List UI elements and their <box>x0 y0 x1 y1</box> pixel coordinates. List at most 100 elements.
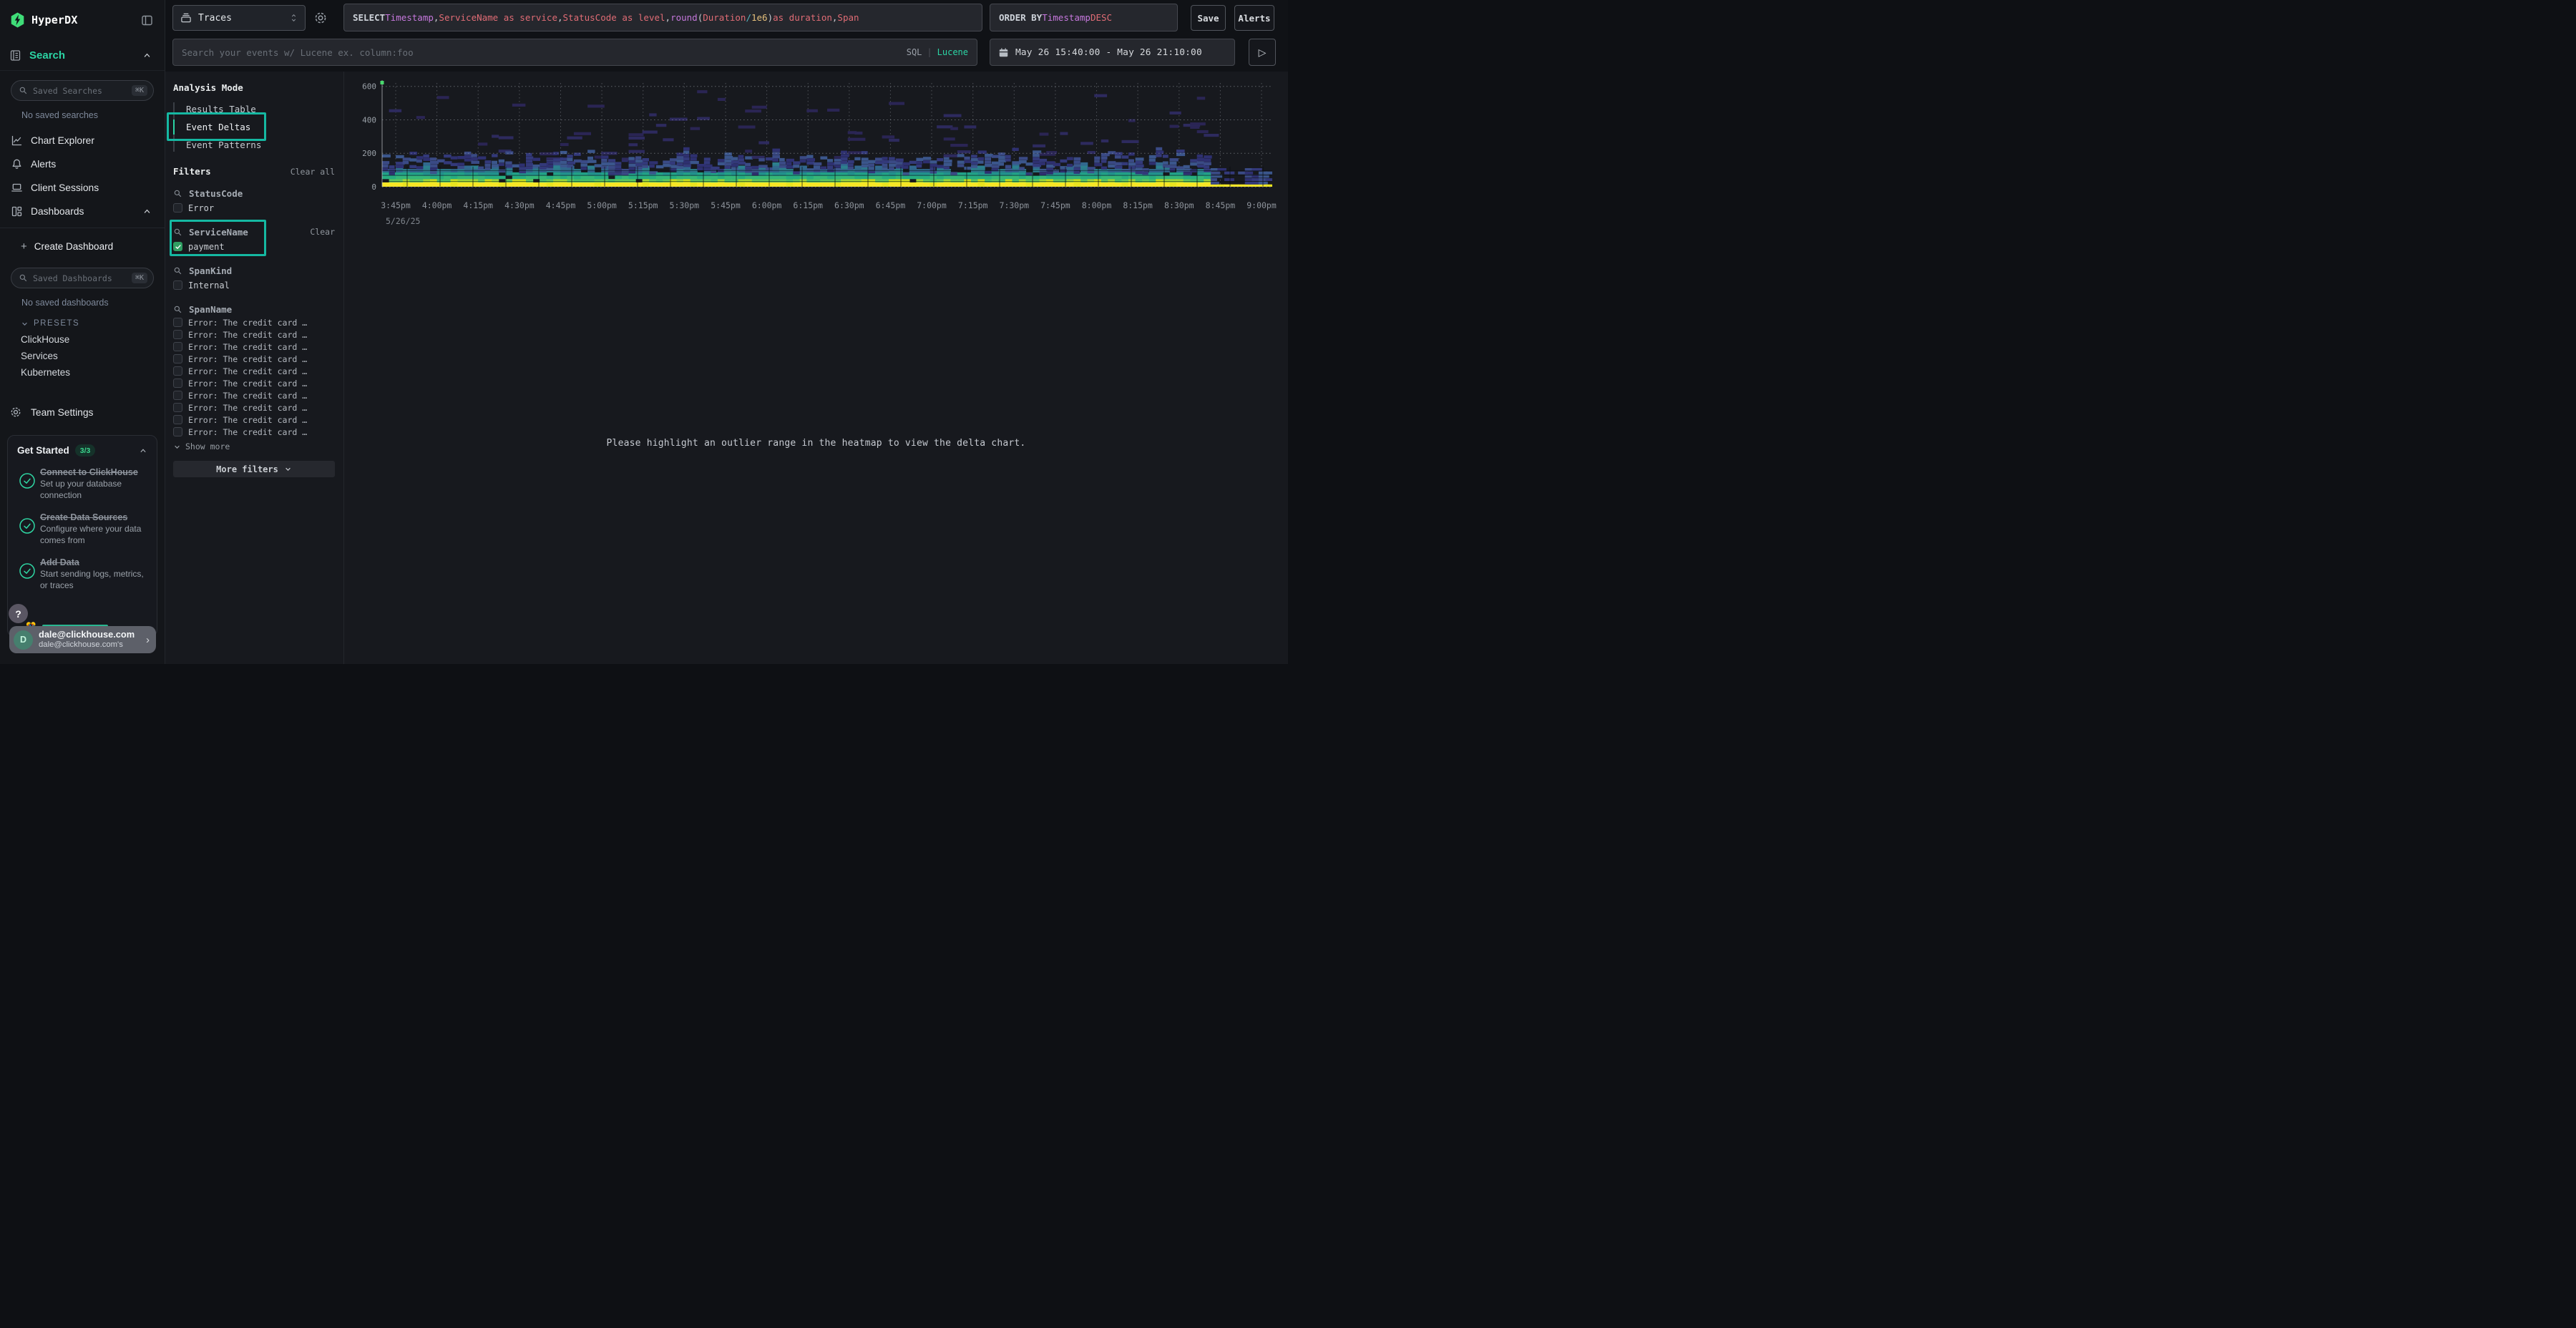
analysis-mode-event-deltas[interactable]: Event Deltas <box>173 118 335 136</box>
filter-option[interactable]: Internal <box>173 278 335 293</box>
checkbox[interactable] <box>173 203 182 213</box>
query-language-toggle[interactable]: SQL|Lucene <box>907 47 968 57</box>
run-query-button[interactable]: ▷ <box>1249 39 1276 66</box>
filter-option[interactable]: Error <box>173 200 335 215</box>
analysis-mode-results-table[interactable]: Results Table <box>173 100 335 118</box>
preset-list: ClickHouseServicesKubernetes <box>0 331 165 381</box>
sql-select-input[interactable]: SELECT Timestamp, ServiceName as service… <box>343 4 982 31</box>
show-more-button[interactable]: Show more <box>173 441 335 451</box>
sql-orderby-input[interactable]: ORDER BY Timestamp DESC <box>990 4 1178 31</box>
more-filters-button[interactable]: More filters <box>173 461 335 477</box>
preset-item-services[interactable]: Services <box>21 348 165 364</box>
source-select[interactable]: Traces <box>172 5 306 31</box>
checkbox[interactable] <box>173 318 182 327</box>
chevron-down-icon <box>284 465 292 473</box>
sql-token: , <box>832 12 838 23</box>
svg-text:8:30pm: 8:30pm <box>1164 200 1194 210</box>
preset-item-kubernetes[interactable]: Kubernetes <box>21 364 165 381</box>
filter-option[interactable]: Error: The credit card … <box>173 389 335 401</box>
get-started-item[interactable]: Create Data Sources Configure where your… <box>17 512 147 547</box>
search-icon <box>19 86 28 95</box>
checkbox[interactable] <box>173 415 182 424</box>
filter-option[interactable]: Error: The credit card … <box>173 328 335 341</box>
checkbox[interactable] <box>173 366 182 376</box>
clear-all-button[interactable]: Clear all <box>291 167 335 177</box>
filter-option[interactable]: payment <box>173 239 335 254</box>
filter-option[interactable]: Error: The credit card … <box>173 401 335 414</box>
checkbox[interactable] <box>173 354 182 363</box>
sidebar-collapse-icon[interactable] <box>141 14 153 26</box>
sidebar-item-alerts[interactable]: Alerts <box>0 152 165 176</box>
svg-text:200: 200 <box>362 149 376 158</box>
get-started-item[interactable]: Add Data Start sending logs, metrics, or… <box>17 557 147 592</box>
checkbox[interactable] <box>173 427 182 436</box>
alerts-button[interactable]: Alerts <box>1234 5 1274 31</box>
clear-filter-button[interactable]: Clear <box>310 227 335 237</box>
save-button[interactable]: Save <box>1191 5 1226 31</box>
sql-token: Span <box>837 12 859 23</box>
filter-option[interactable]: Error: The credit card … <box>173 353 335 365</box>
presets-toggle[interactable]: PRESETS <box>21 319 165 328</box>
checkbox[interactable] <box>173 280 182 290</box>
svg-text:600: 600 <box>362 82 376 92</box>
filter-option[interactable]: Error: The credit card … <box>173 365 335 377</box>
source-select-value: Traces <box>198 13 290 24</box>
checkbox[interactable] <box>173 403 182 412</box>
get-started-item[interactable]: Connect to ClickHouse Set up your databa… <box>17 467 147 502</box>
search-icon[interactable] <box>173 189 182 198</box>
saved-searches-input[interactable]: Saved Searches ⌘K <box>11 80 154 101</box>
svg-text:5:00pm: 5:00pm <box>587 200 617 210</box>
filter-option[interactable]: Error: The credit card … <box>173 426 335 438</box>
create-dashboard-button[interactable]: + Create Dashboard <box>0 234 165 258</box>
help-button[interactable]: ? <box>9 604 28 623</box>
sidebar-nav: Chart Explorer Alerts Client Sessions Da… <box>0 129 165 223</box>
chevron-up-icon[interactable] <box>142 51 152 60</box>
date-range-value: May 26 15:40:00 - May 26 21:10:00 <box>1015 47 1202 58</box>
get-started-items: Connect to ClickHouse Set up your databa… <box>17 467 147 592</box>
filter-option[interactable]: Error: The credit card … <box>173 377 335 389</box>
lucene-search-input[interactable]: Search your events w/ Lucene ex. column:… <box>172 39 977 66</box>
toggle-sql[interactable]: SQL <box>907 47 922 57</box>
filter-option[interactable]: Error: The credit card … <box>173 316 335 328</box>
sidebar-item-dashboards[interactable]: Dashboards <box>0 200 165 223</box>
preset-item-clickhouse[interactable]: ClickHouse <box>21 331 165 348</box>
svg-text:6:15pm: 6:15pm <box>793 200 823 210</box>
svg-text:7:30pm: 7:30pm <box>1000 200 1030 210</box>
filter-option[interactable]: Error: The credit card … <box>173 414 335 426</box>
sidebar-item-team-settings[interactable]: Team Settings <box>0 400 165 424</box>
checkbox[interactable] <box>173 379 182 388</box>
sql-token: Timestamp <box>385 12 434 23</box>
sql-token: DESC <box>1091 12 1112 23</box>
grid-icon <box>11 205 23 218</box>
query-toolbar: Traces SELECT Timestamp, ServiceName as … <box>165 0 1288 36</box>
search-page-icon <box>9 49 21 62</box>
toggle-lucene[interactable]: Lucene <box>937 47 968 57</box>
svg-text:9:00pm: 9:00pm <box>1246 200 1277 210</box>
sidebar-item-client-sessions[interactable]: Client Sessions <box>0 176 165 200</box>
duration-heatmap-chart[interactable]: 02004006003:45pm4:00pm4:15pm4:30pm4:45pm… <box>344 72 1289 664</box>
svg-text:7:45pm: 7:45pm <box>1040 200 1070 210</box>
analysis-mode-event-patterns[interactable]: Event Patterns <box>173 136 335 154</box>
chevron-up-icon[interactable] <box>139 446 147 455</box>
filters-panel: Analysis Mode Results TableEvent DeltasE… <box>165 72 344 664</box>
svg-text:0: 0 <box>371 182 376 192</box>
sidebar-item-search[interactable]: Search <box>0 40 165 71</box>
svg-text:4:00pm: 4:00pm <box>422 200 452 210</box>
date-range-picker[interactable]: May 26 15:40:00 - May 26 21:10:00 <box>990 39 1235 66</box>
chevron-up-icon[interactable] <box>142 207 152 216</box>
search-section-label: Search <box>29 49 142 62</box>
checkbox-checked[interactable] <box>173 242 182 251</box>
sidebar-item-chart-explorer[interactable]: Chart Explorer <box>0 129 165 152</box>
search-icon <box>19 273 28 283</box>
saved-searches-kbd: ⌘K <box>132 85 147 96</box>
checkbox[interactable] <box>173 330 182 339</box>
filter-option[interactable]: Error: The credit card … <box>173 341 335 353</box>
search-icon[interactable] <box>173 228 182 237</box>
source-settings-gear-icon[interactable] <box>313 10 328 26</box>
search-icon[interactable] <box>173 305 182 314</box>
search-icon[interactable] <box>173 266 182 275</box>
user-menu[interactable]: D dale@clickhouse.com dale@clickhouse.co… <box>9 626 156 653</box>
checkbox[interactable] <box>173 391 182 400</box>
saved-dashboards-input[interactable]: Saved Dashboards ⌘K <box>11 268 154 288</box>
checkbox[interactable] <box>173 342 182 351</box>
